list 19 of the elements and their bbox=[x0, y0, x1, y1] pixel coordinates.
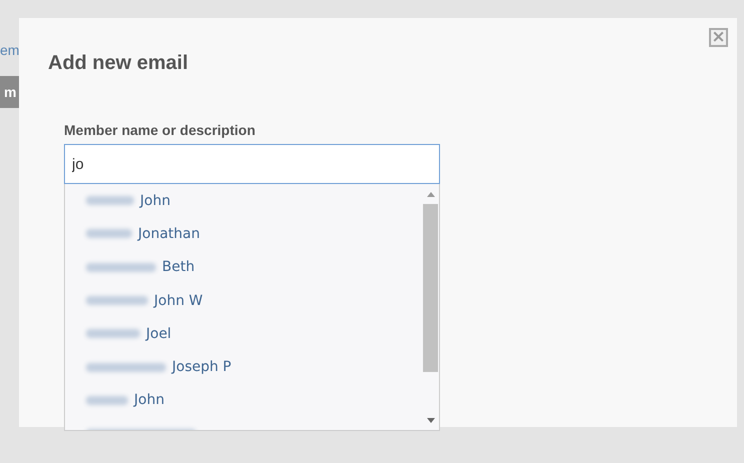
redacted-surname-block bbox=[86, 329, 140, 338]
redacted-surname-block bbox=[86, 196, 134, 206]
suggestion-item[interactable]: Joel bbox=[86, 317, 422, 350]
input-field[interactable]: jo bbox=[64, 144, 440, 184]
suggestion-item[interactable]: Joseph P bbox=[86, 350, 422, 384]
redacted-surname-block bbox=[86, 262, 156, 272]
suggestion-item[interactable]: John W bbox=[86, 284, 422, 318]
suggestion-item[interactable]: John bbox=[86, 384, 422, 418]
link-fragment[interactable]: em bbox=[0, 42, 20, 58]
button-fragment[interactable]: m bbox=[0, 76, 19, 108]
suggestion-item[interactable]: Beth bbox=[86, 250, 422, 284]
redacted-surname-block bbox=[86, 296, 148, 306]
field-label: Member name or description bbox=[64, 122, 256, 138]
dialog-title: Add new email bbox=[48, 52, 188, 75]
suggestion-item[interactable]: John bbox=[86, 184, 422, 218]
redacted-surname-block bbox=[86, 229, 132, 238]
redacted-surname-block bbox=[86, 396, 128, 405]
suggestion-item[interactable]: Jonathan bbox=[86, 217, 422, 251]
scroll-thumb[interactable] bbox=[423, 204, 438, 372]
